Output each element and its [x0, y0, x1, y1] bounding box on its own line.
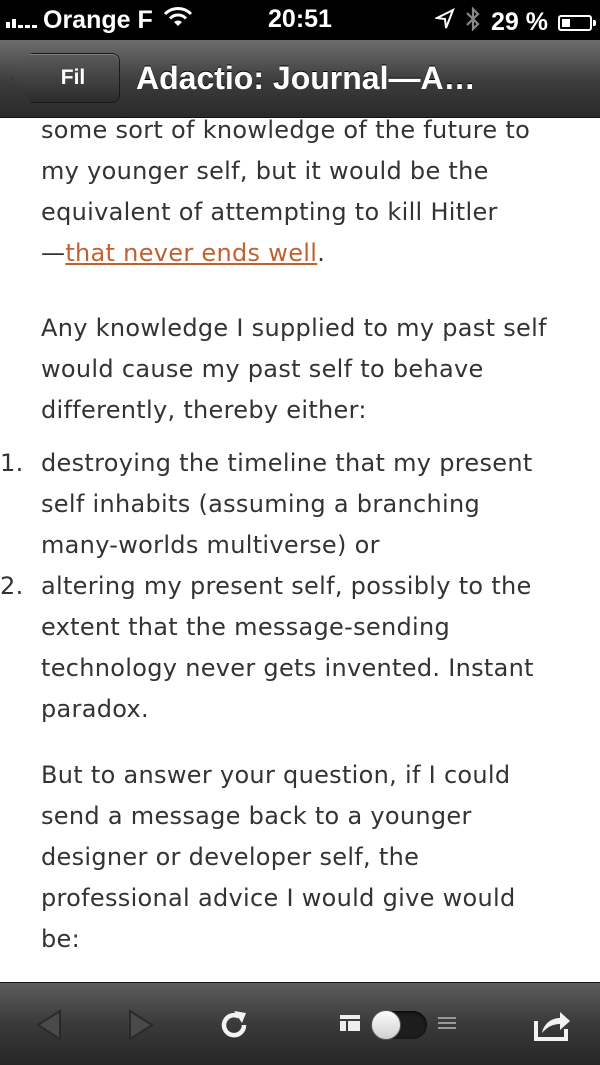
reader-switch[interactable] [371, 1010, 427, 1040]
bottom-toolbar [0, 982, 600, 1065]
back-button[interactable]: Fil [12, 53, 120, 103]
reader-view-icon [339, 1013, 361, 1037]
list-item: 2. altering my present self, possibly to… [0, 566, 561, 730]
back-arrow-icon[interactable] [32, 1003, 66, 1047]
list-item-number: 2. [0, 572, 24, 600]
paragraph-1: some sort of knowledge of the future to … [41, 118, 561, 274]
list-item-text: destroying the timeline that my present … [41, 449, 533, 559]
battery-percent: 29 % [491, 8, 548, 36]
reload-icon[interactable] [216, 1003, 252, 1047]
text-line: my younger self, but it would be the [41, 157, 489, 185]
forward-arrow-icon[interactable] [124, 1003, 158, 1047]
period: . [317, 239, 326, 267]
numbered-list: 1. destroying the timeline that my prese… [0, 443, 561, 730]
share-icon[interactable] [532, 1003, 572, 1047]
text-line: equivalent of attempting to kill Hitler [41, 198, 498, 226]
navigation-bar: Fil Adactio: Journal—A… [0, 40, 600, 118]
list-item-text: altering my present self, possibly to th… [41, 572, 534, 723]
bluetooth-icon [465, 6, 481, 39]
paragraph-3: But to answer your question, if I could … [41, 761, 516, 953]
page-title: Adactio: Journal—A… [136, 60, 476, 96]
list-item: 1. destroying the timeline that my prese… [0, 443, 561, 566]
location-arrow-icon [433, 7, 455, 37]
paragraph-2: Any knowledge I supplied to my past self… [41, 314, 547, 424]
list-item-number: 1. [0, 449, 24, 477]
list-lines-icon [437, 1015, 457, 1035]
reader-toggle[interactable] [334, 1003, 462, 1047]
text-line: some sort of knowledge of the future to [41, 118, 531, 144]
article-link[interactable]: that never ends well [65, 239, 317, 267]
battery-icon [558, 14, 596, 31]
status-bar: Orange F 20:51 29 % [0, 0, 600, 40]
article-content: some sort of knowledge of the future to … [0, 118, 600, 982]
em-dash: — [41, 239, 66, 267]
